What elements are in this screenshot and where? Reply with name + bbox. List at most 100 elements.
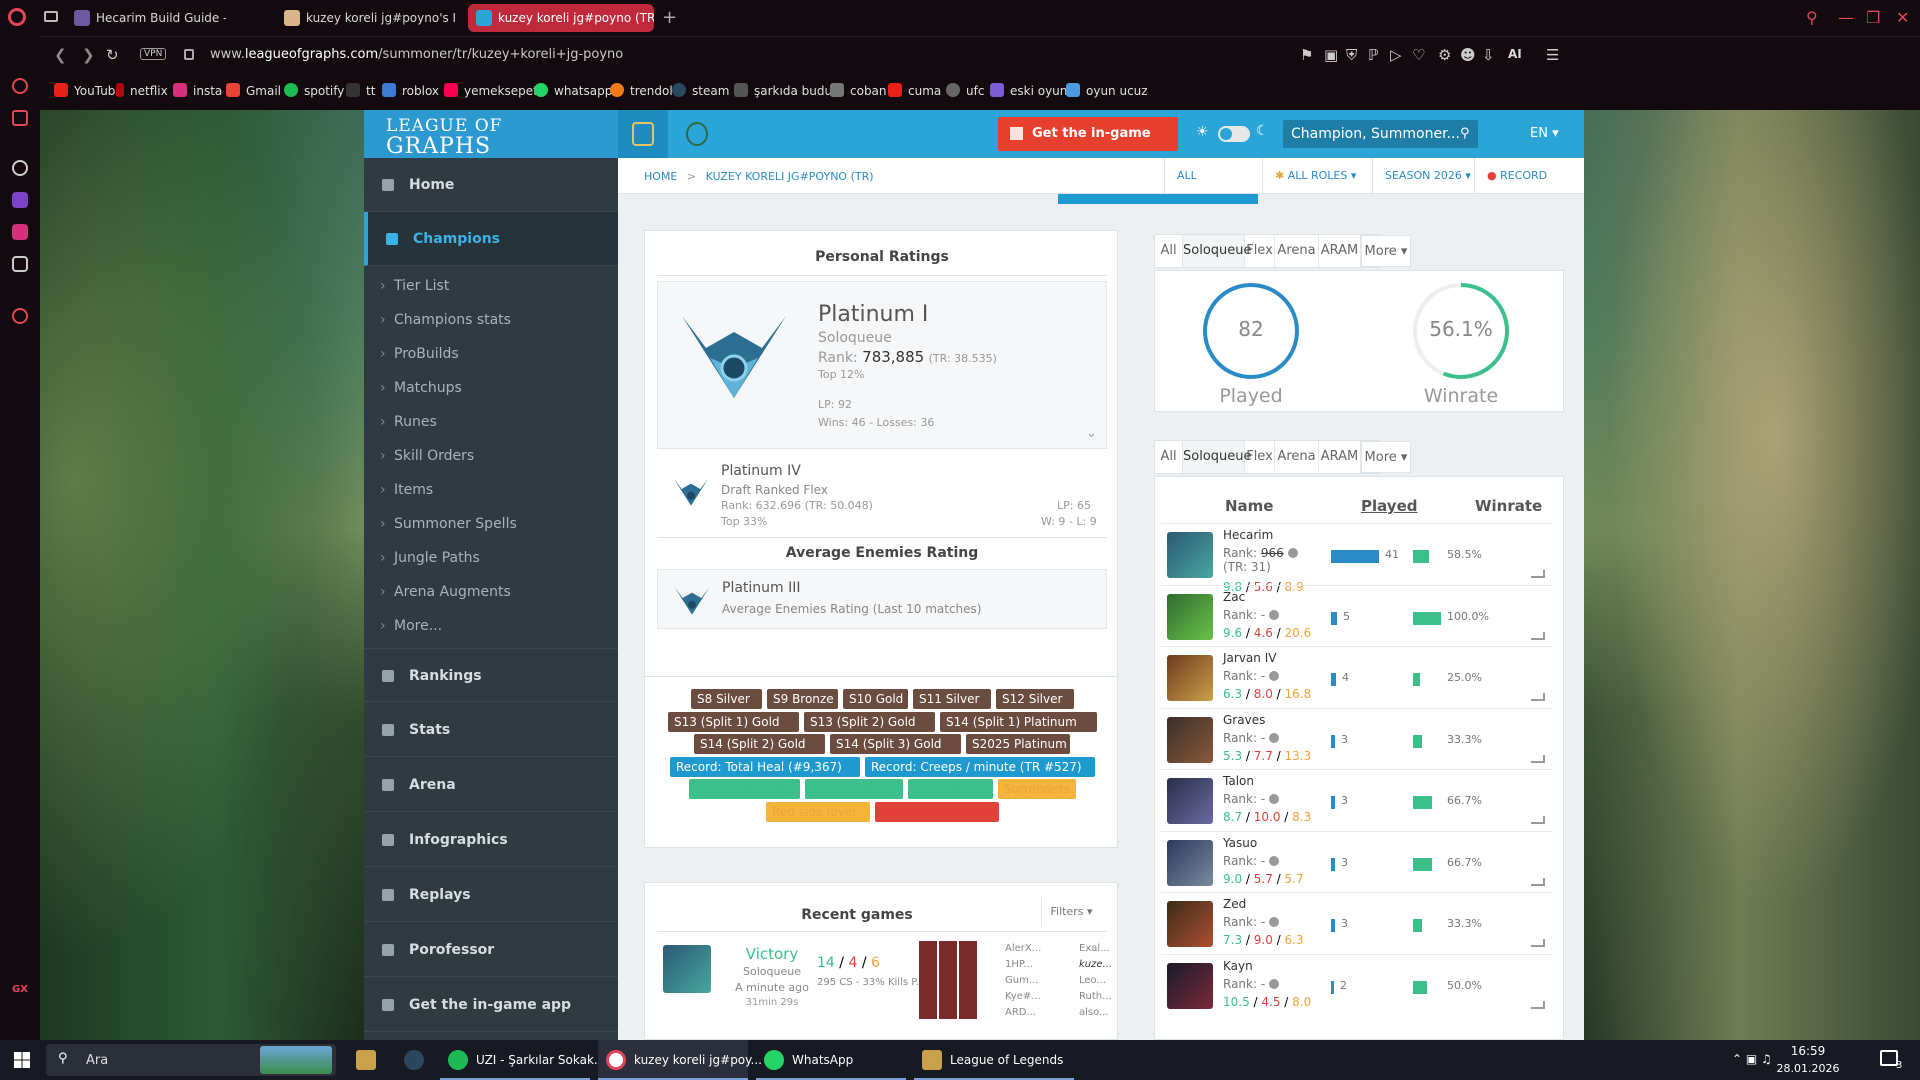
player-name[interactable]: Kye#...: [1005, 989, 1041, 1005]
sidebar-item-porofessor[interactable]: Porofessor: [364, 923, 618, 977]
col-winrate[interactable]: Winrate: [1475, 497, 1542, 515]
game-row[interactable]: Victory Soloqueue A minute ago 31min 29s…: [657, 935, 1112, 1039]
player-name[interactable]: ARD...: [1005, 1005, 1041, 1021]
sidebar-item-home[interactable]: Home: [364, 158, 618, 212]
col-played[interactable]: Played: [1361, 497, 1417, 515]
breadcrumb-current[interactable]: KUZEY KORELI JG#POYNO (TR): [706, 170, 874, 183]
profile-tag[interactable]: Godlike Hecarim: [689, 779, 800, 799]
extensions-icon[interactable]: ⚙: [1438, 46, 1451, 64]
adblock-icon[interactable]: ⛨: [1346, 46, 1357, 64]
mini-chart-icon[interactable]: [1531, 754, 1545, 763]
taskbar-search[interactable]: ⚲ Ara: [46, 1044, 336, 1076]
sidebar-item-infographics[interactable]: Infographics: [364, 813, 618, 867]
player-name[interactable]: Exal...: [1079, 941, 1112, 957]
tab-more[interactable]: More ▾: [1361, 441, 1411, 473]
sidebar-sub-skill-orders[interactable]: Skill Orders: [380, 448, 474, 464]
filters-button[interactable]: Filters ▾: [1041, 897, 1101, 927]
record-button[interactable]: ● RECORD: [1474, 158, 1584, 194]
cs-icon[interactable]: [12, 192, 28, 208]
tab-aram[interactable]: ARAM: [1319, 235, 1361, 267]
season-filter[interactable]: SEASON 2026 ▾: [1372, 158, 1474, 194]
site-logo[interactable]: LEAGUE OF GRAPHS: [364, 110, 618, 159]
bookmark-item[interactable]: steam: [672, 83, 729, 98]
tab-more[interactable]: More ▾: [1361, 235, 1411, 267]
tab-flex[interactable]: Flex: [1245, 235, 1275, 267]
bookmark-item[interactable]: whatsapp: [534, 83, 612, 98]
bookmark-item[interactable]: roblox: [382, 83, 439, 98]
menu-icon[interactable]: ☰: [1546, 46, 1559, 64]
minimize-icon[interactable]: —: [1838, 8, 1854, 27]
profile-tag[interactable]: S9 Bronze: [767, 689, 838, 709]
champion-name[interactable]: Zac: [1223, 590, 1245, 604]
champions-filter[interactable]: ALL CHAMPIONS ▾: [1164, 158, 1262, 218]
windows-start-icon[interactable]: [14, 1052, 30, 1068]
sidebar-item-replays[interactable]: Replays: [364, 868, 618, 922]
sidebar-sub-arena-augments[interactable]: Arena Augments: [380, 584, 511, 600]
taskbar-app[interactable]: WhatsApp: [756, 1040, 906, 1080]
sidebar-sub-more[interactable]: More...: [380, 618, 442, 634]
sidebar-item-rankings[interactable]: Rankings: [364, 648, 618, 702]
reload-icon[interactable]: ↻: [106, 46, 119, 64]
taskbar-lol-pinned[interactable]: [348, 1040, 384, 1080]
settings-icon[interactable]: [12, 308, 28, 324]
tab-aram[interactable]: ARAM: [1319, 441, 1361, 473]
new-tab-icon[interactable]: +: [662, 7, 677, 28]
champion-row[interactable]: Zed Rank: - 7.3 / 9.0 / 6.3 3 33.3%: [1161, 892, 1553, 953]
taskbar-steam[interactable]: [396, 1040, 432, 1080]
info-icon[interactable]: [1269, 978, 1280, 989]
champion-row[interactable]: Jarvan IV Rank: - 6.3 / 8.0 / 16.8 4 25.0%: [1161, 646, 1553, 707]
profile-tag[interactable]: S14 (Split 3) Gold: [830, 734, 961, 754]
info-icon[interactable]: [1269, 917, 1280, 927]
tab-all[interactable]: All: [1155, 441, 1183, 473]
bookmark-item[interactable]: cuma: [888, 83, 941, 98]
instagram-icon[interactable]: [12, 224, 28, 240]
aria-icon[interactable]: [12, 110, 28, 126]
champion-name[interactable]: Yasuo: [1223, 836, 1257, 850]
maximize-icon[interactable]: ❐: [1866, 8, 1880, 27]
mini-chart-icon[interactable]: [1531, 816, 1545, 824]
info-icon[interactable]: [1269, 732, 1280, 743]
search-icon[interactable]: ⚲: [1460, 126, 1470, 141]
taskbar-app[interactable]: kuzey koreli jg#poy...: [598, 1040, 762, 1080]
sidebar-item-ingame-app[interactable]: Get the in-game app: [364, 978, 618, 1032]
translate-icon[interactable]: ℙ: [1368, 46, 1379, 64]
profile-tag[interactable]: Red side lover: [766, 801, 870, 822]
account-icon[interactable]: ☻: [1460, 46, 1476, 64]
info-icon[interactable]: [1269, 855, 1280, 866]
mini-chart-icon[interactable]: [1531, 693, 1545, 701]
tray-icons[interactable]: ⌃ ▣ ♫: [1732, 1052, 1772, 1066]
profile-tag[interactable]: S13 (Split 1) Gold: [668, 711, 799, 732]
browser-tab-active[interactable]: kuzey koreli jg#poyno (TR: [468, 4, 654, 32]
mini-chart-icon[interactable]: [1531, 877, 1545, 886]
mini-chart-icon[interactable]: [1531, 939, 1545, 947]
chatgpt-icon[interactable]: [12, 160, 28, 176]
browser-tab[interactable]: kuzey koreli jg#poyno's In: [276, 4, 456, 32]
champion-name[interactable]: Zed: [1223, 897, 1246, 911]
champion-name[interactable]: Kayn: [1223, 959, 1253, 973]
sidebar-sub-tier-list[interactable]: Tier List: [380, 278, 449, 294]
sidebar-item-champions[interactable]: Champions: [364, 212, 618, 266]
mini-chart-icon[interactable]: [1531, 570, 1545, 578]
champion-row[interactable]: Kayn Rank: - 10.5 / 4.5 / 8.0 2 50.0%: [1161, 953, 1553, 1015]
sidebar-item-arena[interactable]: Arena: [364, 758, 618, 812]
vpn-badge[interactable]: VPN: [140, 48, 167, 60]
lol-game-button[interactable]: [618, 110, 668, 158]
champion-row[interactable]: Talon Rank: - 8.7 / 10.0 / 8.3 3 66.7%: [1161, 769, 1553, 830]
champion-name[interactable]: Talon: [1223, 774, 1254, 788]
mini-chart-icon[interactable]: [1531, 1000, 1545, 1009]
search-tabs-icon[interactable]: ⚲: [1806, 8, 1818, 27]
profile-tag[interactable]: S11 Silver: [913, 689, 991, 709]
bookmark-item[interactable]: oyun ucuz: [1066, 83, 1148, 98]
player-name[interactable]: 1HP...: [1005, 957, 1041, 973]
player-name[interactable]: also...: [1079, 1005, 1112, 1021]
sidebar-sub-matchups[interactable]: Matchups: [380, 380, 462, 396]
sidebar-sub-probuilds[interactable]: ProBuilds: [380, 346, 459, 362]
bookmark-icon[interactable]: ⚑: [1300, 46, 1313, 64]
promo-banner-partial[interactable]: [1058, 194, 1258, 204]
profile-tag[interactable]: Record: Total Heal (#9,367): [670, 756, 860, 777]
ingame-app-button[interactable]: Get the in-game app: [998, 117, 1178, 175]
sidebar-item-stats[interactable]: Stats: [364, 703, 618, 757]
info-icon[interactable]: [1269, 671, 1280, 681]
profile-tag[interactable]: Loses when behind: [875, 801, 999, 822]
champion-row[interactable]: Yasuo Rank: - 9.0 / 5.7 / 5.7 3 66.7%: [1161, 830, 1553, 892]
